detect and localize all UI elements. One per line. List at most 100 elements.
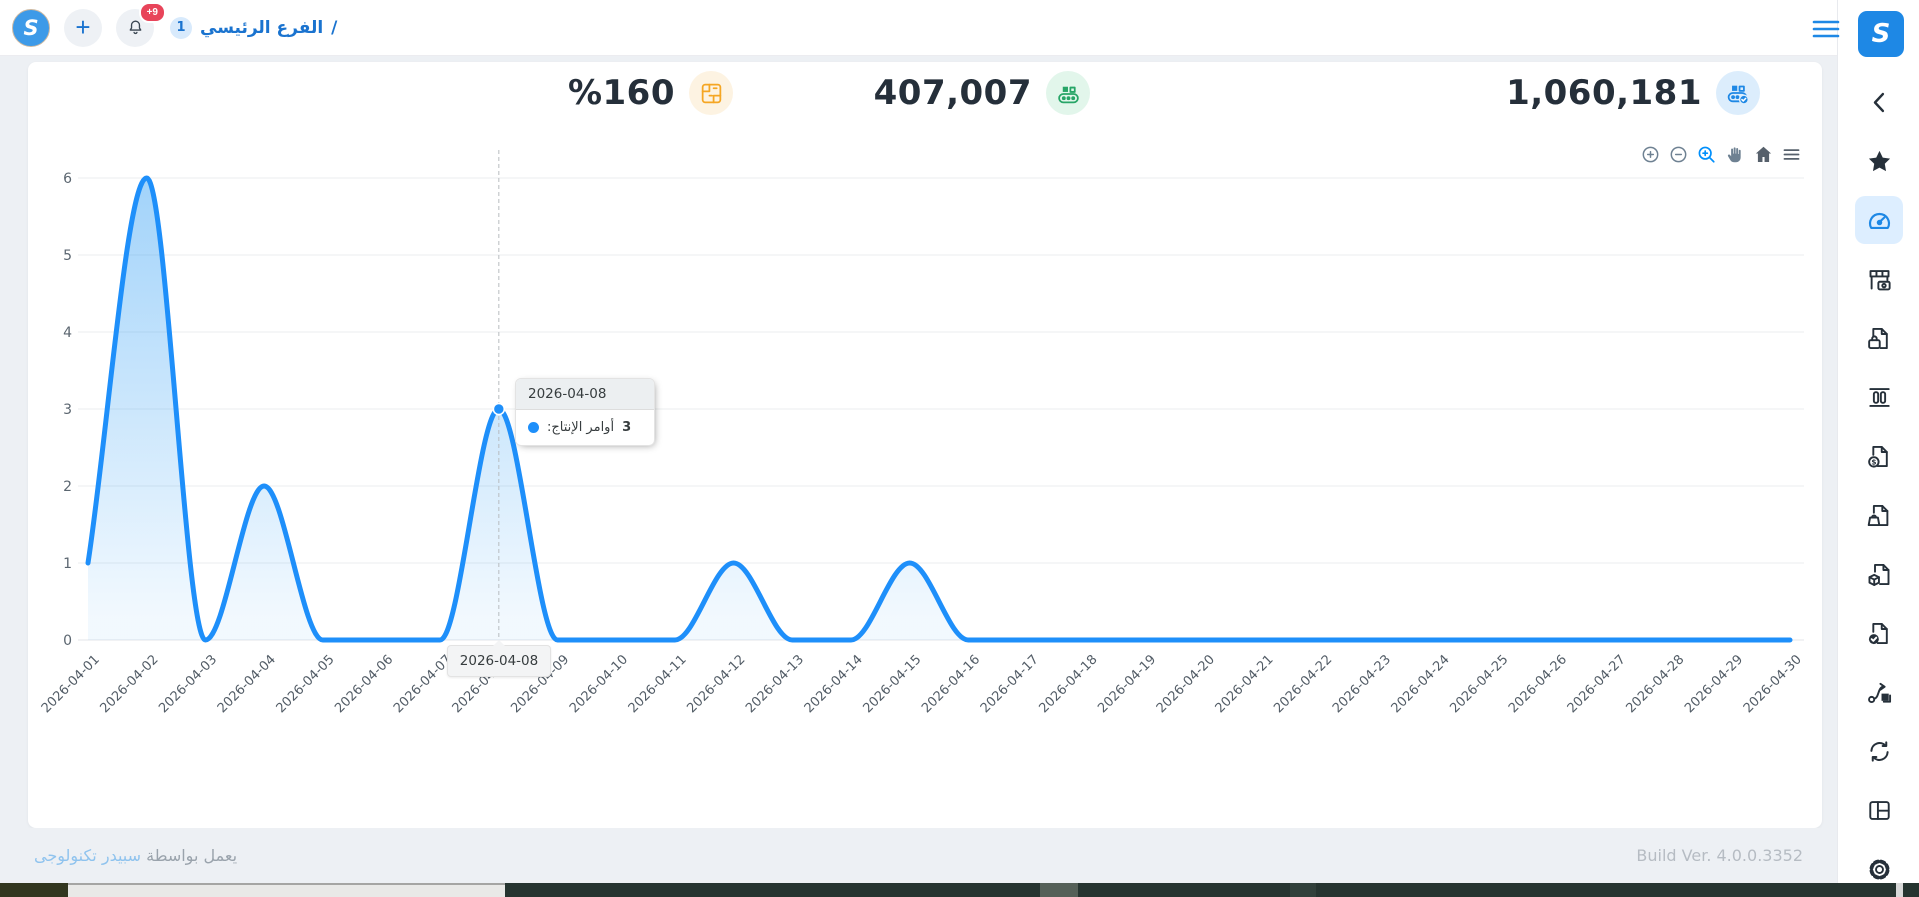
collapse-chevron-icon (1866, 89, 1893, 116)
chart-tooltip: 2026-04-08 أوامر الإنتاج: 3 (515, 378, 655, 446)
sidebar-nav: $ (1838, 78, 1919, 893)
hover-marker (493, 404, 504, 415)
x-tick-label: 2026-04-04 (215, 652, 279, 716)
x-tick-label: 2026-04-17 (978, 652, 1042, 716)
sidebar-item-invoice-coin-doc[interactable]: $ (1855, 432, 1903, 480)
powered-by-text: يعمل بواسطة سبيدر تكنولوجى (34, 846, 237, 865)
production-orders-chart[interactable]: 01234562026-04-012026-04-022026-04-03202… (28, 62, 1822, 828)
x-tick-label: 2026-04-18 (1037, 652, 1101, 716)
brand-link[interactable]: سبيدر تكنولوجى (34, 846, 141, 865)
branch-count-badge: 1 (170, 17, 192, 39)
y-tick-label: 0 (63, 633, 72, 649)
x-tick-label: 2026-04-29 (1682, 652, 1746, 716)
chart-menu-button[interactable] (1780, 142, 1804, 166)
settings-gear-icon (1866, 856, 1893, 883)
sidebar-item-collapse-chevron[interactable] (1855, 78, 1903, 126)
sidebar-item-layout-grid[interactable] (1855, 786, 1903, 834)
x-tick-label: 2026-04-21 (1213, 652, 1277, 716)
tooltip-date: 2026-04-08 (516, 379, 654, 410)
columns-icon (1866, 384, 1893, 411)
add-button[interactable]: + (64, 9, 102, 47)
chart-toolbar (1638, 142, 1804, 166)
y-tick-label: 4 (63, 325, 72, 341)
layout-grid-icon (1866, 797, 1893, 824)
y-tick-label: 2 (63, 479, 72, 495)
build-version: Build Ver. 4.0.0.3352 (1636, 846, 1803, 865)
x-tick-label: 2026-04-23 (1330, 652, 1394, 716)
series-marker-icon (528, 422, 539, 433)
x-tick-label: 2026-04-26 (1506, 652, 1570, 716)
invoice-coin-doc-icon: $ (1866, 443, 1893, 470)
workflow-icon (1866, 679, 1893, 706)
sidebar-item-purchase-doc[interactable] (1855, 314, 1903, 362)
svg-text:$: $ (1871, 457, 1876, 466)
sidebar-logo-icon[interactable]: S (1858, 11, 1904, 57)
tooltip-value: 3 (622, 420, 631, 435)
zoom-out-icon (1668, 144, 1689, 165)
x-tick-label: 2026-04-01 (39, 652, 103, 716)
sync-icon (1866, 738, 1893, 765)
dashboard-card: %160 407,007 1,060,181 01234562026-04-01… (28, 62, 1822, 828)
x-tick-label: 2026-04-13 (743, 652, 807, 716)
taskbar-segment (1290, 883, 1316, 897)
sidebar-item-columns[interactable] (1855, 373, 1903, 421)
x-tick-label: 2026-04-20 (1154, 652, 1218, 716)
purchase-doc-icon (1866, 325, 1893, 352)
notification-count-badge: +9 (139, 2, 166, 23)
sidebar-item-bag-doc[interactable] (1855, 491, 1903, 539)
breadcrumb[interactable]: 1 الفرع الرئيسي / (170, 17, 337, 39)
x-tick-label: 2026-04-22 (1271, 652, 1335, 716)
selection-zoom-button[interactable] (1695, 142, 1719, 166)
x-tick-label: 2026-04-24 (1389, 652, 1453, 716)
x-tick-label: 2026-04-16 (919, 652, 983, 716)
sidebar-item-favorites-star[interactable] (1855, 137, 1903, 185)
x-tick-label: 2026-04-10 (567, 652, 631, 716)
pan-button[interactable] (1723, 142, 1747, 166)
x-tick-label: 2026-04-03 (156, 652, 220, 716)
dashboard-gauge-icon (1866, 207, 1893, 234)
cube-doc-icon (1866, 561, 1893, 588)
sidebar-item-pos-register[interactable] (1855, 255, 1903, 303)
plus-icon: + (75, 14, 90, 40)
sidebar-menu-toggle[interactable] (1812, 19, 1840, 39)
x-tick-label: 2026-04-12 (684, 652, 748, 716)
taskbar-segment (0, 883, 68, 897)
footer: يعمل بواسطة سبيدر تكنولوجى Build Ver. 4.… (0, 828, 1837, 883)
x-tick-label: 2026-04-06 (332, 652, 396, 716)
selection-zoom-icon (1696, 144, 1717, 165)
x-tick-label: 2026-04-25 (1447, 652, 1511, 716)
app-logo-icon[interactable]: S (12, 9, 50, 47)
chart-menu-icon (1781, 144, 1802, 165)
x-tick-label: 2026-04-05 (274, 652, 338, 716)
x-tick-label: 2026-04-15 (860, 652, 924, 716)
tooltip-series-label: أوامر الإنتاج: (547, 420, 614, 435)
sidebar-item-cube-doc[interactable] (1855, 550, 1903, 598)
breadcrumb-branch-label[interactable]: الفرع الرئيسي (200, 18, 323, 38)
y-tick-label: 1 (63, 556, 72, 572)
home-button[interactable] (1751, 142, 1775, 166)
home-icon (1753, 144, 1774, 165)
zoom-out-button[interactable] (1666, 142, 1690, 166)
x-tick-label: 2026-04-07 (391, 652, 455, 716)
sidebar-item-approved-doc[interactable] (1855, 609, 1903, 657)
sidebar-item-sync[interactable] (1855, 727, 1903, 775)
zoom-in-icon (1640, 144, 1661, 165)
topbar: S + +9 1 الفرع الرئيسي / (0, 0, 1837, 56)
y-tick-label: 3 (63, 402, 72, 418)
x-tick-label: 2026-04-30 (1741, 652, 1805, 716)
breadcrumb-separator: / (331, 18, 337, 38)
desktop-taskbar-strip (0, 883, 1919, 897)
zoom-in-button[interactable] (1638, 142, 1662, 166)
pos-register-icon (1866, 266, 1893, 293)
sidebar-item-workflow[interactable] (1855, 668, 1903, 716)
x-tick-label: 2026-04-27 (1565, 652, 1629, 716)
notifications-button[interactable]: +9 (116, 9, 154, 47)
bag-doc-icon (1866, 502, 1893, 529)
x-tick-label: 2026-04-28 (1623, 652, 1687, 716)
hamburger-icon (1812, 19, 1840, 39)
taskbar-window-edge (68, 883, 505, 897)
x-tick-label: 2026-04-14 (802, 652, 866, 716)
x-tick-label: 2026-04-02 (97, 652, 161, 716)
sidebar-item-dashboard-gauge[interactable] (1855, 196, 1903, 244)
taskbar-segment (1040, 883, 1078, 897)
